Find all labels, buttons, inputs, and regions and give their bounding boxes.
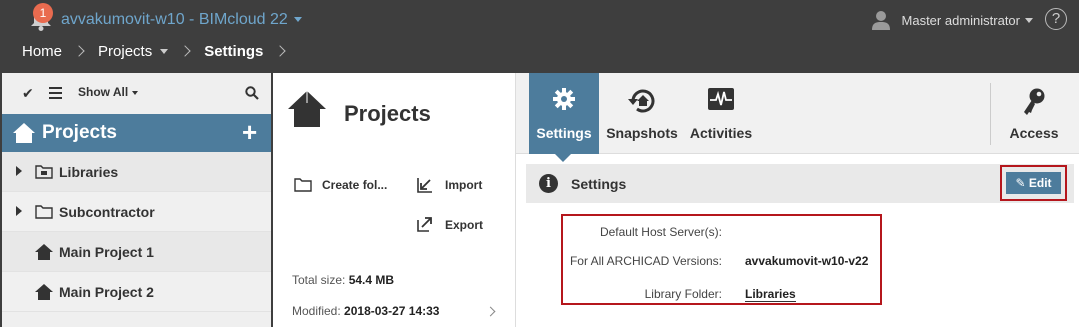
section-title: Settings: [571, 176, 627, 192]
tree-item-label: Libraries: [59, 164, 119, 180]
key-icon: [1024, 88, 1045, 115]
avatar-icon: [871, 11, 890, 30]
tree-item-label: Main Project 1: [59, 244, 154, 260]
folder-icon: [35, 205, 53, 219]
chevron-right-icon[interactable]: [485, 306, 496, 317]
projects-root-row[interactable]: Projects +: [2, 114, 273, 152]
tree-item-label: Subcontractor: [59, 204, 155, 220]
expand-arrow-icon[interactable]: [16, 206, 22, 216]
activity-icon: [708, 88, 734, 110]
archicad-versions-label: For All ARCHICAD Versions:: [569, 254, 722, 268]
total-size: Total size: 54.4 MB: [292, 273, 394, 287]
import-button[interactable]: Import: [445, 178, 482, 192]
modified-date: Modified: 2018-03-27 14:33: [292, 304, 439, 318]
tree-toolbar: ✔ Show All: [2, 73, 273, 114]
chevron-right-icon: [179, 45, 191, 57]
tab-access-label: Access: [1009, 125, 1059, 141]
tab-settings[interactable]: Settings: [529, 73, 599, 154]
settings-highlight-frame: Default Host Server(s): For All ARCHICAD…: [561, 214, 882, 305]
expand-arrow-icon[interactable]: [16, 166, 22, 176]
modified-value: 2018-03-27 14:33: [344, 304, 440, 318]
tab-snapshots[interactable]: Snapshots: [604, 73, 680, 154]
library-folder-icon: [35, 165, 53, 179]
tree-item-subcontractor[interactable]: Subcontractor: [2, 192, 273, 232]
notification-badge[interactable]: 1: [33, 3, 53, 23]
library-folder-label: Library Folder:: [644, 287, 722, 301]
tree-item-label: Main Project 2: [59, 284, 154, 300]
snapshot-icon: [628, 89, 655, 113]
tree-item-main-project-2[interactable]: Main Project 2: [2, 272, 273, 312]
show-all-filter[interactable]: Show All: [78, 85, 139, 99]
house-icon: [288, 91, 326, 127]
project-icon: [35, 284, 53, 300]
modified-label: Modified:: [292, 304, 341, 318]
breadcrumb-settings[interactable]: Settings: [204, 43, 263, 60]
user-menu[interactable]: Master administrator: [871, 10, 1033, 30]
projects-root-label: Projects: [42, 122, 117, 143]
create-folder-icon: [294, 178, 312, 192]
show-all-label: Show All: [78, 85, 129, 99]
tab-snapshots-label: Snapshots: [606, 125, 678, 141]
gear-icon: [553, 88, 575, 110]
pencil-icon: ✎: [1015, 176, 1026, 190]
export-icon: [417, 217, 432, 232]
chevron-down-icon: [1025, 17, 1033, 23]
edit-button[interactable]: ✎ Edit: [1006, 172, 1061, 194]
total-size-value: 54.4 MB: [348, 273, 395, 287]
create-folder-button[interactable]: Create fol...: [322, 178, 387, 192]
tab-settings-label: Settings: [536, 125, 592, 141]
tree-item-libraries[interactable]: Libraries: [2, 152, 273, 192]
edit-highlight-frame: ✎ Edit: [1000, 165, 1067, 201]
top-bar: 1 avvakumovit-w10 - BIMcloud 22 Home Pro…: [0, 0, 1079, 73]
total-size-label: Total size:: [292, 273, 346, 287]
folder-title: Projects: [344, 101, 431, 126]
info-icon: i: [539, 174, 558, 193]
tab-activities-label: Activities: [689, 125, 753, 141]
folder-details-panel: Projects Create fol... Import Export Tot…: [271, 73, 516, 327]
library-folder-link[interactable]: Libraries: [745, 287, 796, 302]
archicad-versions-value: avvakumovit-w10-v22: [745, 254, 869, 268]
breadcrumb: Home Projects Settings: [22, 42, 299, 60]
house-icon: [13, 123, 35, 143]
tab-activities[interactable]: Activities: [684, 73, 758, 154]
settings-panel: Settings Snapshots Activities Access i S…: [516, 73, 1079, 327]
search-icon[interactable]: [245, 86, 259, 100]
tree-item-main-project-1[interactable]: Main Project 1: [2, 232, 273, 272]
active-tab-pointer: [555, 154, 571, 162]
chevron-down-icon: [132, 90, 139, 95]
breadcrumb-home[interactable]: Home: [22, 43, 62, 60]
default-host-label: Default Host Server(s):: [599, 225, 722, 239]
chevron-down-icon: [293, 17, 302, 23]
project-tree-panel: ✔ Show All Projects + Libraries Subcontr…: [0, 73, 273, 327]
chevron-right-icon: [274, 45, 287, 57]
chevron-right-icon: [73, 45, 85, 57]
edit-button-label: Edit: [1028, 176, 1052, 190]
import-icon: [417, 178, 432, 193]
tab-access[interactable]: Access: [1002, 73, 1066, 154]
breadcrumb-projects[interactable]: Projects: [98, 43, 152, 60]
tab-divider: [990, 83, 991, 145]
server-title: avvakumovit-w10 - BIMcloud 22: [61, 11, 288, 28]
help-icon[interactable]: ?: [1045, 8, 1067, 30]
list-icon[interactable]: [49, 87, 62, 102]
project-icon: [35, 244, 53, 260]
add-project-button[interactable]: +: [242, 117, 257, 147]
user-name: Master administrator: [901, 12, 1020, 28]
settings-section-header: i Settings ✎ Edit: [526, 164, 1074, 203]
tab-bar: Settings Snapshots Activities Access: [516, 73, 1079, 154]
chevron-down-icon[interactable]: [160, 48, 169, 54]
server-selector[interactable]: avvakumovit-w10 - BIMcloud 22: [61, 10, 302, 30]
checkmark-icon[interactable]: ✔: [22, 85, 34, 102]
export-button[interactable]: Export: [445, 218, 483, 232]
